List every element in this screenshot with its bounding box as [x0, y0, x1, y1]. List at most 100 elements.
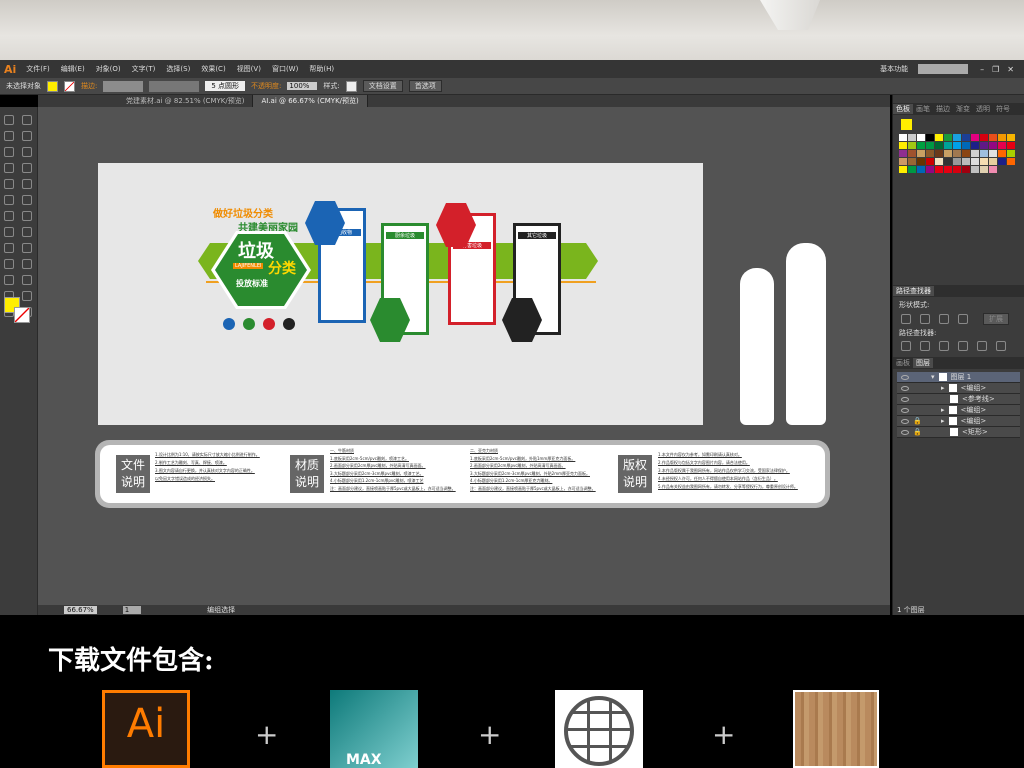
tab-document-1[interactable]: 党建素材.ai @ 82.51% (CMYK/预览) [118, 95, 254, 107]
color-swatch[interactable] [944, 166, 952, 173]
blend-tool-icon[interactable] [22, 259, 32, 269]
style-swatch[interactable] [345, 80, 357, 92]
color-swatch[interactable] [926, 134, 934, 141]
layer-row[interactable]: ▾ 图层 1 [897, 372, 1020, 383]
color-swatch[interactable] [935, 166, 943, 173]
menu-window[interactable]: 窗口(W) [272, 64, 298, 74]
expand-button[interactable]: 扩展 [983, 313, 1009, 325]
workspace-switcher[interactable]: 基本功能 [880, 64, 908, 74]
disclosure-icon[interactable]: ▸ [941, 406, 945, 414]
search-input[interactable] [918, 64, 969, 74]
color-swatch[interactable] [962, 150, 970, 157]
color-swatch[interactable] [971, 166, 979, 173]
color-swatch[interactable] [926, 158, 934, 165]
restore-icon[interactable]: ❐ [992, 65, 999, 74]
tab-swatches[interactable]: 色板 [893, 104, 913, 114]
tab-transparency[interactable]: 透明 [973, 104, 993, 114]
color-swatch[interactable] [953, 158, 961, 165]
color-swatch[interactable] [953, 142, 961, 149]
intersect-icon[interactable] [939, 314, 949, 324]
variable-width-field[interactable] [149, 80, 200, 92]
brush-tool-icon[interactable] [4, 179, 14, 189]
selection-tool-icon[interactable] [4, 115, 14, 125]
eye-icon[interactable] [901, 418, 909, 424]
slice-tool-icon[interactable] [22, 291, 32, 301]
color-swatch[interactable] [944, 158, 952, 165]
layer-row[interactable]: 🔒 <矩形> [897, 427, 1020, 438]
shape-builder-icon[interactable] [22, 227, 32, 237]
document-setup-button[interactable]: 文档设置 [362, 80, 403, 92]
menu-type[interactable]: 文字(T) [132, 64, 156, 74]
color-swatch[interactable] [908, 150, 916, 157]
color-swatch[interactable] [926, 150, 934, 157]
disclosure-icon[interactable]: ▾ [931, 373, 935, 381]
menu-file[interactable]: 文件(F) [26, 64, 50, 74]
color-swatch[interactable] [953, 166, 961, 173]
lasso-icon[interactable] [22, 131, 32, 141]
artboard-number-field[interactable]: 1 [122, 606, 142, 614]
layer-row[interactable]: <参考线> [897, 394, 1020, 405]
color-swatch[interactable] [899, 142, 907, 149]
stroke-color-box[interactable] [14, 307, 30, 323]
color-swatch[interactable] [899, 134, 907, 141]
menu-edit[interactable]: 编辑(E) [61, 64, 85, 74]
color-swatch[interactable] [962, 158, 970, 165]
symbol-sprayer-icon[interactable] [4, 275, 14, 285]
tab-layers[interactable]: 图层 [913, 358, 933, 368]
eye-icon[interactable] [901, 396, 909, 402]
color-swatch[interactable] [971, 158, 979, 165]
color-swatch[interactable] [998, 158, 1006, 165]
disclosure-icon[interactable]: ▸ [941, 384, 945, 392]
outline-icon[interactable] [977, 341, 987, 351]
crop-icon[interactable] [958, 341, 968, 351]
eraser-tool-icon[interactable] [4, 195, 14, 205]
close-icon[interactable]: ✕ [1007, 65, 1014, 74]
eye-icon[interactable] [901, 407, 909, 413]
menu-object[interactable]: 对象(O) [96, 64, 121, 74]
menu-help[interactable]: 帮助(H) [309, 64, 334, 74]
color-swatch[interactable] [917, 142, 925, 149]
rectangle-tool-icon[interactable] [22, 163, 32, 173]
color-swatch[interactable] [980, 158, 988, 165]
divide-icon[interactable] [901, 341, 911, 351]
color-swatch[interactable] [953, 150, 961, 157]
stroke-weight-field[interactable] [103, 80, 144, 92]
tab-stroke[interactable]: 描边 [933, 104, 953, 114]
rotate-tool-icon[interactable] [22, 195, 32, 205]
eye-icon[interactable] [901, 385, 909, 391]
color-swatch[interactable] [899, 158, 907, 165]
color-swatch[interactable] [998, 134, 1006, 141]
color-swatch[interactable] [971, 142, 979, 149]
color-swatch[interactable] [971, 134, 979, 141]
color-swatch[interactable] [944, 134, 952, 141]
color-swatch[interactable] [980, 150, 988, 157]
tab-symbols[interactable]: 符号 [993, 104, 1013, 114]
color-swatch[interactable] [899, 166, 907, 173]
layer-row[interactable]: 🔒 ▸ <编组> [897, 416, 1020, 427]
color-swatch[interactable] [899, 150, 907, 157]
exclude-icon[interactable] [958, 314, 968, 324]
tab-gradient[interactable]: 渐变 [953, 104, 973, 114]
color-swatch[interactable] [935, 158, 943, 165]
line-tool-icon[interactable] [4, 163, 14, 173]
trim-icon[interactable] [920, 341, 930, 351]
color-swatch[interactable] [935, 142, 943, 149]
menu-effect[interactable]: 效果(C) [201, 64, 225, 74]
color-swatch[interactable] [935, 150, 943, 157]
direct-selection-tool-icon[interactable] [22, 115, 32, 125]
active-fill-swatch[interactable] [901, 119, 912, 130]
pen-tool-icon[interactable] [4, 147, 14, 157]
color-swatch[interactable] [980, 134, 988, 141]
color-swatch[interactable] [962, 166, 970, 173]
mesh-tool-icon[interactable] [4, 243, 14, 253]
color-swatch[interactable] [944, 150, 952, 157]
color-swatch[interactable] [998, 142, 1006, 149]
lock-icon[interactable]: 🔒 [913, 417, 922, 425]
merge-icon[interactable] [939, 341, 949, 351]
minus-front-icon[interactable] [920, 314, 930, 324]
color-swatch[interactable] [908, 166, 916, 173]
tab-brushes[interactable]: 画笔 [913, 104, 933, 114]
color-swatch[interactable] [908, 158, 916, 165]
color-swatch[interactable] [926, 166, 934, 173]
color-swatch[interactable] [980, 142, 988, 149]
